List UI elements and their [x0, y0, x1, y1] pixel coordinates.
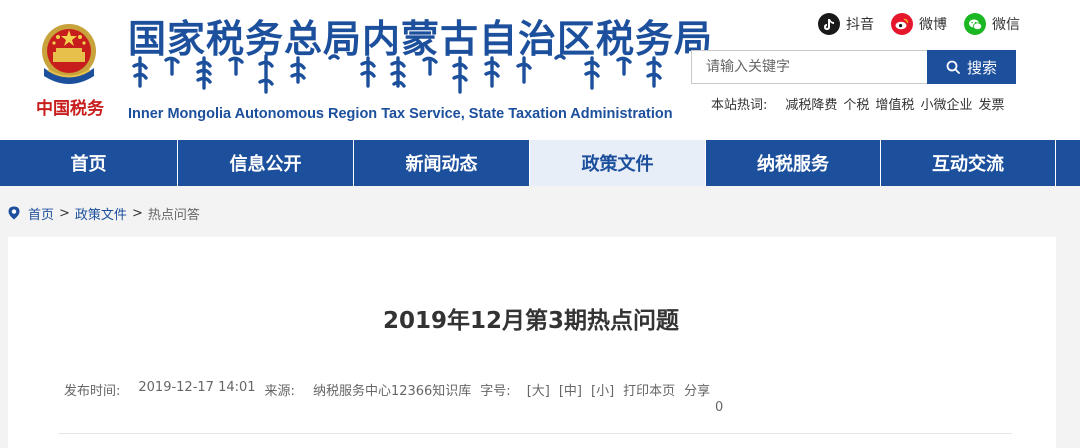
douyin-label: 抖音	[846, 17, 874, 33]
source-value: 纳税服务中心12366知识库	[312, 384, 472, 399]
font-size-large-button[interactable]: [大]	[527, 380, 550, 399]
date-label: 发布时间:	[64, 384, 121, 399]
nav-item-overflow	[1056, 140, 1080, 186]
weibo-icon	[891, 13, 913, 35]
nav-item-home[interactable]: 首页	[0, 140, 178, 186]
breadcrumb-current: 热点问答	[147, 207, 200, 223]
wechat-icon	[964, 13, 986, 35]
share-button[interactable]: 分享	[684, 380, 710, 399]
search-button[interactable]: 搜索	[927, 50, 1016, 84]
hot-words: 本站热词: 减税降费 个税 增值税 小微企业 发票	[711, 94, 1010, 113]
search-icon	[946, 60, 960, 74]
search-button-label: 搜索	[966, 58, 997, 77]
hot-word-link[interactable]: 减税降费	[785, 94, 837, 113]
social-douyin-link[interactable]: 抖音	[818, 13, 874, 35]
hot-word-link[interactable]: 小微企业	[920, 94, 972, 113]
nav-item-interaction[interactable]: 互动交流	[881, 140, 1056, 186]
search-input[interactable]	[691, 50, 927, 84]
share-count: 0	[715, 400, 724, 415]
divider	[58, 433, 1012, 434]
logo-text: 中国税务	[36, 99, 104, 119]
article-card: 2019年12月第3期热点问题 发布时间: 2019-12-17 14:01 来…	[8, 237, 1056, 448]
breadcrumb: 首页 > 政策文件 > 热点问答	[8, 204, 200, 223]
weibo-label: 微博	[919, 17, 947, 33]
nav-item-news[interactable]: 新闻动态	[354, 140, 530, 186]
fontsize-label: 字号:	[480, 384, 511, 399]
nav-item-info[interactable]: 信息公开	[178, 140, 354, 186]
social-weixin-link[interactable]: 微信	[964, 13, 1020, 35]
article-title: 2019年12月第3期热点问题	[382, 308, 680, 334]
hot-words-label: 本站热词:	[711, 98, 768, 113]
site-subtitle: Inner Mongolia Autonomous Region Tax Ser…	[128, 106, 673, 122]
print-button[interactable]: 打印本页	[623, 380, 675, 399]
nav-item-policy[interactable]: 政策文件	[530, 140, 706, 186]
breadcrumb-section[interactable]: 政策文件	[75, 204, 127, 223]
hot-word-link[interactable]: 个税	[843, 94, 869, 113]
douyin-icon	[818, 13, 840, 35]
hot-word-link[interactable]: 增值税	[875, 94, 914, 113]
hot-word-link[interactable]: 发票	[978, 94, 1004, 113]
source-label: 来源:	[264, 384, 295, 399]
mongolian-script-title	[132, 54, 662, 94]
breadcrumb-home[interactable]: 首页	[28, 204, 54, 223]
main-nav: 首页 信息公开 新闻动态 政策文件 纳税服务 互动交流	[0, 140, 1080, 186]
article-meta: 发布时间: 2019-12-17 14:01 来源: 纳税服务中心12366知识…	[64, 380, 719, 399]
breadcrumb-separator: >	[131, 205, 143, 221]
national-emblem-icon	[42, 24, 96, 84]
font-size-small-button[interactable]: [小]	[591, 380, 614, 399]
site-header: 中国税务 国家税务总局内蒙古自治区税务局 Inner Mongolia Auto…	[0, 0, 1080, 140]
publish-date: 2019-12-17 14:01	[138, 380, 256, 395]
location-pin-icon	[8, 206, 20, 220]
nav-item-service[interactable]: 纳税服务	[706, 140, 881, 186]
font-size-medium-button[interactable]: [中]	[559, 380, 582, 399]
weixin-label: 微信	[992, 17, 1020, 33]
social-weibo-link[interactable]: 微博	[891, 13, 947, 35]
breadcrumb-separator: >	[59, 205, 70, 221]
